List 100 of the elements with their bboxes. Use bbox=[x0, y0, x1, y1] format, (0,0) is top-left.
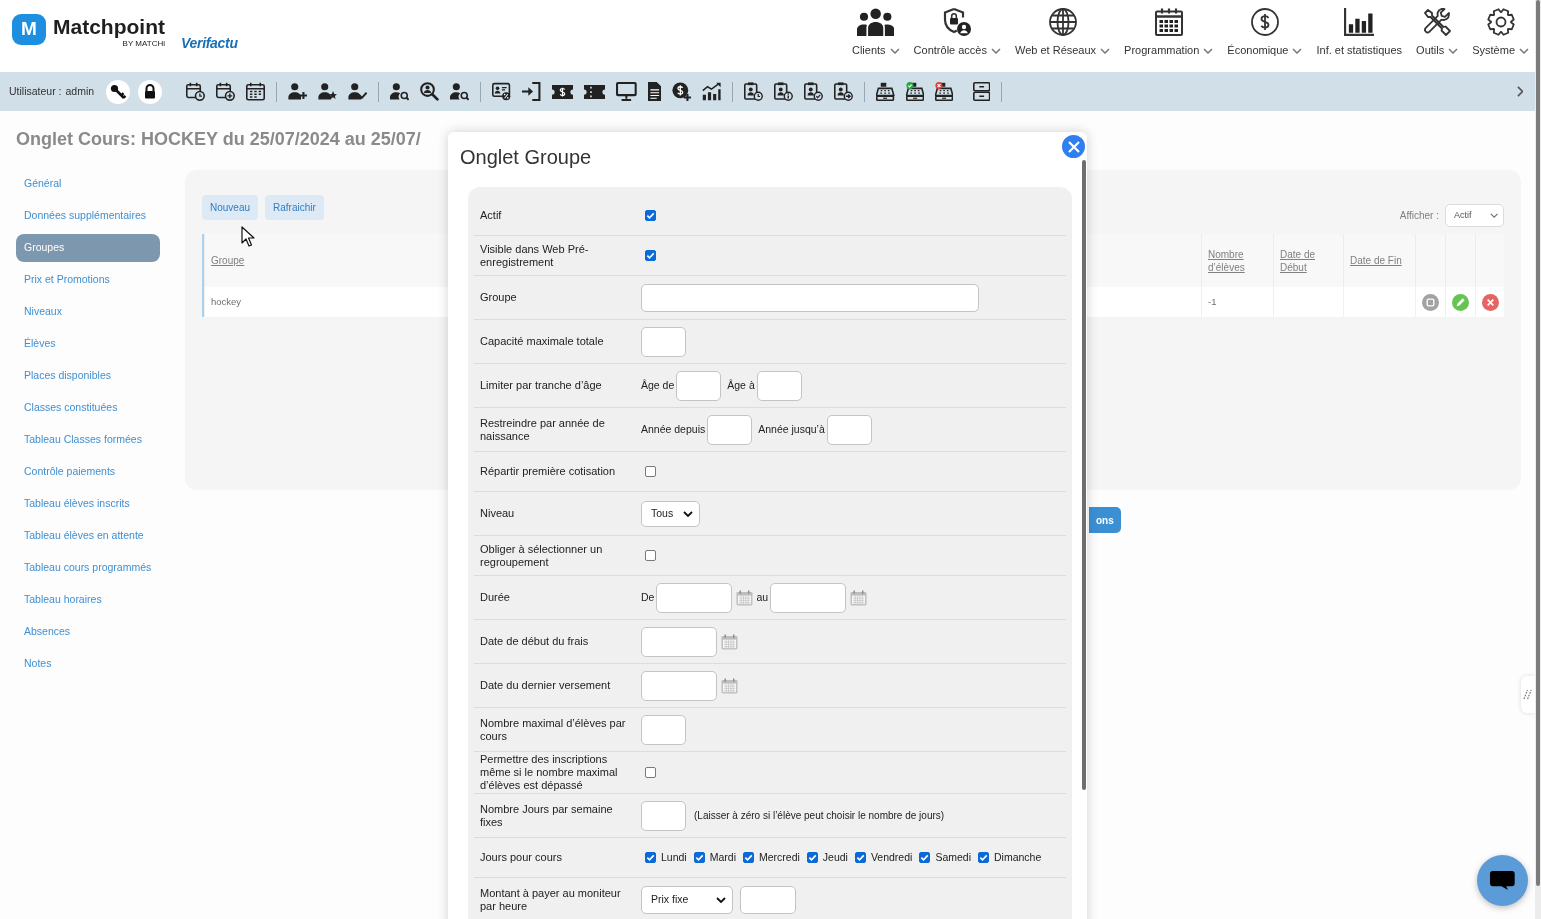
column-header[interactable]: Nombre d’élèves bbox=[1208, 247, 1267, 274]
nav-item[interactable]: Clients bbox=[852, 8, 900, 57]
ticket-dollar-icon[interactable] bbox=[552, 84, 574, 99]
chart-icon[interactable] bbox=[702, 82, 722, 101]
nav-item[interactable]: Web et Réseaux bbox=[1015, 8, 1111, 57]
day-checkbox[interactable] bbox=[742, 852, 754, 863]
ticket-icon[interactable] bbox=[584, 84, 606, 99]
clipboard-arrow-icon[interactable] bbox=[834, 82, 854, 101]
user-star-icon[interactable] bbox=[318, 82, 338, 101]
sidebar-item[interactable]: Prix et Promotions bbox=[16, 266, 160, 294]
checkbox[interactable] bbox=[645, 767, 656, 778]
user-search-icon[interactable] bbox=[390, 82, 410, 101]
number-field[interactable] bbox=[641, 800, 686, 831]
date-field[interactable] bbox=[641, 626, 717, 657]
user-search-icon[interactable] bbox=[450, 82, 470, 101]
sidebar-item[interactable]: Tableau Classes formées bbox=[16, 426, 160, 454]
number-field[interactable] bbox=[707, 414, 753, 445]
cash-register-check-icon[interactable] bbox=[905, 82, 924, 101]
nav-item[interactable]: Programmation bbox=[1124, 8, 1214, 57]
nav-item[interactable]: Économique bbox=[1227, 8, 1303, 57]
clipboard-check-icon[interactable] bbox=[804, 82, 824, 101]
dropdown[interactable]: Prix fixe bbox=[641, 885, 733, 914]
number-field[interactable] bbox=[641, 326, 686, 357]
cross-icon[interactable] bbox=[1481, 293, 1499, 311]
calendar-clock-icon[interactable] bbox=[186, 82, 206, 101]
sidebar-item[interactable]: Absences bbox=[16, 618, 160, 646]
nav-item[interactable]: Contrôle accès bbox=[913, 8, 1001, 57]
nav-item[interactable]: Inf. et statistiques bbox=[1316, 8, 1403, 57]
scrollbar-thumb[interactable] bbox=[1536, 0, 1540, 886]
user-check-icon[interactable] bbox=[348, 82, 368, 101]
field-label: Limiter par tranche d’âge bbox=[480, 379, 602, 392]
sidebar-item[interactable]: Tableau horaires bbox=[16, 586, 160, 614]
chat-button[interactable] bbox=[1477, 855, 1528, 906]
sidebar-item[interactable]: Contrôle paiements bbox=[16, 458, 160, 486]
calendar-icon[interactable] bbox=[246, 82, 266, 101]
sidebar-item[interactable]: Groupes bbox=[16, 234, 160, 262]
sidebar-item[interactable]: Places disponibles bbox=[16, 362, 160, 390]
dropdown[interactable]: Tous bbox=[641, 500, 700, 527]
day-checkbox[interactable] bbox=[978, 852, 989, 863]
calendar-plus-icon[interactable] bbox=[216, 82, 236, 101]
day-checkbox[interactable] bbox=[693, 852, 705, 863]
nav-item[interactable]: Outils bbox=[1416, 8, 1459, 57]
chevron-right-icon[interactable] bbox=[1516, 86, 1523, 97]
lock-icon[interactable] bbox=[138, 79, 163, 104]
cash-register-cross-icon[interactable] bbox=[934, 82, 953, 101]
clipboard-info-icon[interactable] bbox=[774, 82, 794, 101]
field-label: Date de début du frais bbox=[480, 635, 589, 648]
login-icon[interactable] bbox=[522, 82, 542, 101]
number-field[interactable] bbox=[740, 885, 796, 914]
sidebar-item[interactable]: Général bbox=[16, 170, 160, 198]
column-header[interactable]: Date de Fin bbox=[1350, 254, 1402, 267]
number-field[interactable] bbox=[676, 370, 722, 401]
checkbox[interactable] bbox=[645, 210, 656, 221]
field-label: Durée bbox=[480, 591, 510, 604]
monitor-icon[interactable] bbox=[616, 82, 637, 101]
nav-item[interactable]: Système bbox=[1472, 8, 1529, 57]
tools-icon bbox=[1423, 8, 1452, 36]
document-icon[interactable] bbox=[647, 82, 662, 101]
column-header[interactable]: Date de Début bbox=[1280, 247, 1337, 274]
text-field[interactable] bbox=[641, 283, 979, 312]
date-field[interactable] bbox=[770, 582, 847, 613]
field-label: Restreindre par année de naissance bbox=[480, 416, 606, 443]
magnifier-person-icon[interactable] bbox=[420, 82, 440, 101]
date-field[interactable] bbox=[656, 582, 733, 613]
sidebar-item[interactable]: Tableau élèves inscrits bbox=[16, 490, 160, 518]
column-header[interactable]: Groupe bbox=[211, 254, 245, 267]
checkbox[interactable] bbox=[645, 250, 656, 261]
id-card-icon[interactable] bbox=[492, 82, 512, 101]
day-checkbox[interactable] bbox=[854, 852, 866, 863]
day-checkbox[interactable] bbox=[645, 852, 656, 863]
checkbox[interactable] bbox=[645, 466, 656, 477]
filter-dropdown[interactable]: Actif bbox=[1445, 204, 1504, 227]
sidebar-item[interactable]: Données supplémentaires bbox=[16, 202, 160, 230]
field-label: Actif bbox=[480, 209, 502, 222]
number-field[interactable] bbox=[756, 370, 802, 401]
key-icon[interactable] bbox=[106, 79, 131, 104]
sidebar-item[interactable]: Notes bbox=[16, 650, 160, 678]
sidebar-item[interactable]: Tableau élèves en attente bbox=[16, 522, 160, 550]
day-checkbox[interactable] bbox=[919, 852, 931, 863]
drawer-icon[interactable] bbox=[972, 82, 991, 101]
field-label: Groupe bbox=[480, 291, 517, 304]
number-field[interactable] bbox=[826, 414, 872, 445]
checkbox[interactable] bbox=[645, 550, 656, 561]
scrollbar-thumb[interactable] bbox=[1082, 160, 1086, 790]
sidebar-item[interactable]: Niveaux bbox=[16, 298, 160, 326]
panel-button[interactable]: Rafraichir bbox=[265, 195, 324, 220]
user-plus-icon[interactable] bbox=[288, 82, 308, 101]
action-button[interactable]: ons bbox=[1089, 507, 1121, 533]
coin-plus-icon[interactable] bbox=[672, 82, 692, 101]
day-checkbox[interactable] bbox=[806, 852, 818, 863]
cash-register-icon[interactable] bbox=[876, 82, 895, 101]
field-label: Permettre des inscriptions même si le nombre maximal d’élèves est dépassé bbox=[480, 753, 619, 792]
date-field[interactable] bbox=[641, 670, 717, 701]
panel-button[interactable]: Nouveau bbox=[202, 195, 259, 220]
sidebar-item[interactable]: Classes constituées bbox=[16, 394, 160, 422]
number-field[interactable] bbox=[641, 714, 686, 745]
clipboard-clock-icon[interactable] bbox=[744, 82, 764, 101]
sidebar-item[interactable]: Tableau cours programmés bbox=[16, 554, 160, 582]
sidebar-item[interactable]: Élèves bbox=[16, 330, 160, 358]
close-button[interactable] bbox=[1060, 133, 1087, 160]
